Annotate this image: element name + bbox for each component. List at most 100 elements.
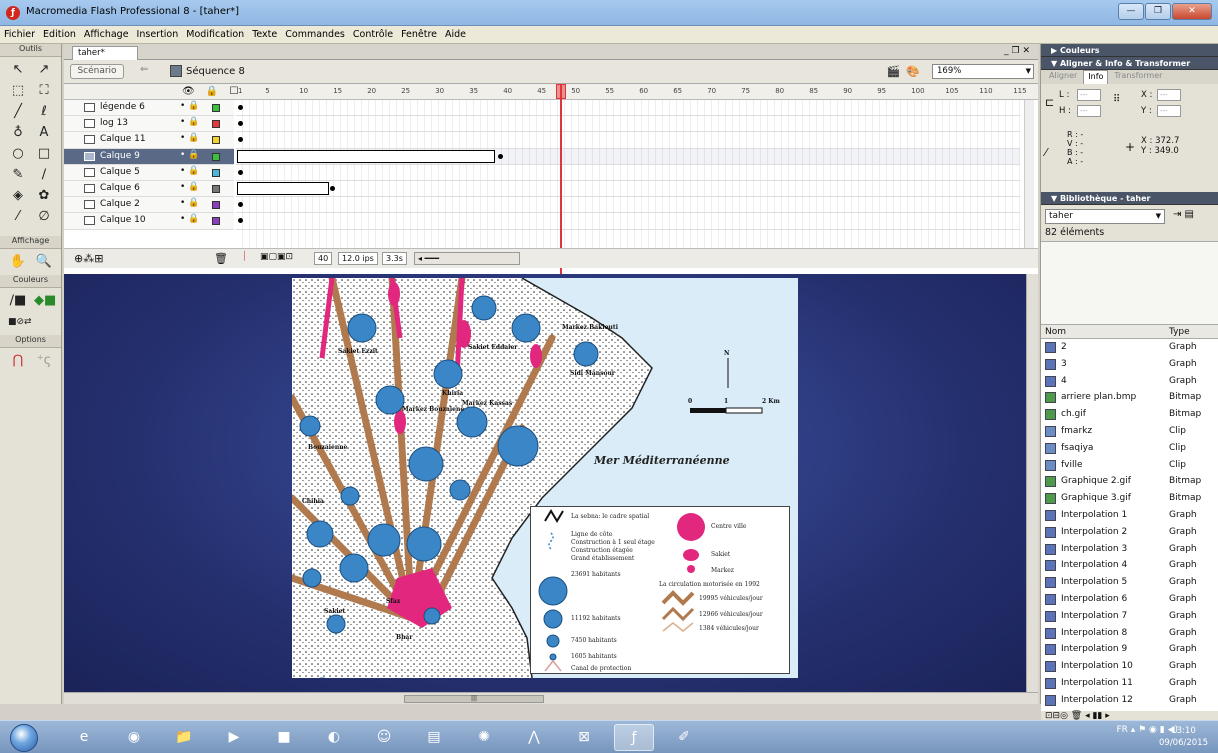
frame-ruler[interactable]: 1 5 10 15 20 25 30 35 40 45 50 55 60 65 70 75 80 85 90 95 10…	[236, 84, 1027, 100]
tool-icon[interactable]: ✐	[664, 724, 704, 751]
col-type[interactable]: Type	[1169, 327, 1190, 337]
layer-row[interactable]: Calque 2 • 🔒	[64, 197, 234, 214]
stage-vertical-scrollbar[interactable]	[1026, 274, 1038, 692]
menu-insertion[interactable]: Insertion	[137, 29, 179, 40]
gradient-transform-tool-icon[interactable]: ⛶	[34, 82, 54, 100]
frame-row[interactable]	[236, 132, 1020, 149]
registration-grid-icon[interactable]: ⠿	[1113, 94, 1120, 105]
clock[interactable]: 13:10 09/06/2015	[1159, 725, 1208, 749]
edit-symbol-icons[interactable]: 🎬🎨	[887, 65, 926, 78]
oval-tool-icon[interactable]: ○	[8, 145, 28, 163]
back-arrow-icon[interactable]: ⇐	[140, 64, 148, 75]
layer-outline-color[interactable]	[212, 168, 220, 177]
eyedropper-tool-icon[interactable]: ⁄	[8, 208, 28, 226]
frame-row[interactable]	[236, 213, 1020, 230]
library-item[interactable]: Interpolation 5 Graph	[1041, 574, 1218, 591]
layer-row[interactable]: Calque 10 • 🔒	[64, 213, 234, 230]
menu-aide[interactable]: Aide	[445, 29, 466, 40]
library-item[interactable]: Interpolation 6 Graph	[1041, 591, 1218, 608]
couleurs-panel-header[interactable]: ▶ Couleurs	[1041, 44, 1218, 57]
pen-tool-icon[interactable]: ♁	[8, 124, 28, 142]
frame-row[interactable]	[236, 148, 1020, 165]
app-icon[interactable]: ◐	[314, 724, 354, 751]
layer-visibility-lock-icons[interactable]: • 🔒	[180, 198, 199, 208]
library-item[interactable]: Interpolation 9 Graph	[1041, 641, 1218, 658]
library-item[interactable]: Interpolation 10 Graph	[1041, 658, 1218, 675]
aligner-panel-header[interactable]: ▼ Aligner & Info & Transformer	[1041, 57, 1218, 70]
menu-edition[interactable]: Edition	[43, 29, 76, 40]
layer-row[interactable]: Calque 5 • 🔒	[64, 164, 234, 181]
layer-visibility-lock-icons[interactable]: • 🔒	[180, 133, 199, 143]
pencil-tool-icon[interactable]: ✎	[8, 166, 28, 184]
chrome-icon[interactable]: ◉	[114, 724, 154, 751]
keyframe-marker[interactable]	[330, 185, 335, 191]
frame-row[interactable]	[236, 165, 1020, 181]
delete-layer-icon[interactable]: 🗑	[214, 252, 228, 265]
library-pin-icons[interactable]: ⇥ ▤	[1173, 209, 1194, 220]
layer-outline-color[interactable]	[212, 184, 220, 193]
eraser-tool-icon[interactable]: ∅	[34, 208, 54, 226]
library-item[interactable]: fsaqiya Clip	[1041, 440, 1218, 457]
presentation-icon[interactable]: ⊠	[564, 724, 604, 751]
stroke-color-icon[interactable]: ∕■	[8, 292, 28, 310]
line-tool-icon[interactable]: ╱	[8, 103, 28, 121]
library-item[interactable]: arriere plan.bmp Bitmap	[1041, 389, 1218, 406]
menu-controle[interactable]: Contrôle	[353, 29, 393, 40]
add-layer-icons[interactable]: ⊕⁂⊞	[74, 252, 103, 265]
subselection-tool-icon[interactable]: ↗	[34, 61, 54, 79]
keyframe-marker[interactable]	[498, 153, 503, 159]
map-graphic[interactable]: Mer Méditerranéenne Markez Baklouti Saki…	[292, 278, 798, 678]
swap-colors-icon[interactable]: ■⊘⇄	[8, 313, 32, 331]
zoom-tool-icon[interactable]: 🔍	[34, 253, 54, 271]
layer-outline-color[interactable]	[212, 104, 220, 112]
tab-transformer[interactable]: Transformer	[1110, 70, 1166, 84]
text-tool-icon[interactable]: A	[34, 124, 54, 142]
library-item[interactable]: Graphique 3.gif Bitmap	[1041, 490, 1218, 507]
menu-modification[interactable]: Modification	[186, 29, 244, 40]
photo-app-icon[interactable]: ☺	[364, 724, 404, 751]
library-item[interactable]: Interpolation 8 Graph	[1041, 625, 1218, 642]
layer-row[interactable]: Calque 11 • 🔒	[64, 132, 234, 149]
layer-visibility-lock-icons[interactable]: • 🔒	[180, 214, 199, 224]
center-frame-icon[interactable]: ⏐	[242, 252, 247, 262]
snap-magnet-icon[interactable]: ⋂	[8, 352, 28, 370]
layer-visibility-lock-icons[interactable]: • 🔒	[180, 101, 199, 111]
keyframe-marker[interactable]	[238, 218, 243, 224]
layer-outline-color[interactable]	[212, 120, 220, 129]
restore-button[interactable]: ❐	[1145, 3, 1171, 20]
minimize-button[interactable]: —	[1118, 3, 1144, 20]
frame-row[interactable]	[236, 197, 1020, 214]
smooth-icon[interactable]: ⁺ς	[34, 352, 54, 370]
zoom-select[interactable]: 169% ▼	[932, 64, 1034, 79]
col-name[interactable]: Nom	[1045, 327, 1066, 337]
y-field[interactable]: ---	[1157, 105, 1181, 117]
layer-visibility-lock-icons[interactable]: • 🔒	[180, 150, 199, 160]
height-field[interactable]: ---	[1077, 105, 1101, 117]
menu-fenetre[interactable]: Fenêtre	[401, 29, 437, 40]
media-player-icon[interactable]: ▶	[214, 724, 254, 751]
layer-row[interactable]: Calque 9 • 🔒	[64, 148, 234, 165]
library-item[interactable]: Interpolation 12 Graph	[1041, 692, 1218, 709]
library-item[interactable]: Interpolation 1 Graph	[1041, 507, 1218, 524]
library-item[interactable]: Interpolation 11 Graph	[1041, 675, 1218, 692]
keyframe-marker[interactable]	[238, 121, 243, 127]
timeline-vertical-scrollbar[interactable]	[1024, 100, 1034, 248]
document-tab[interactable]: taher*	[72, 46, 138, 60]
library-select[interactable]: taher ▼	[1045, 209, 1165, 224]
stage-area[interactable]: Mer Méditerranéenne Markez Baklouti Saki…	[64, 274, 1038, 704]
layer-outline-color[interactable]	[212, 136, 220, 145]
library-item[interactable]: Interpolation 3 Graph	[1041, 541, 1218, 558]
layer-visibility-lock-icons[interactable]: • 🔒	[180, 117, 199, 127]
start-button[interactable]	[10, 724, 38, 752]
keyframe-marker[interactable]	[238, 202, 243, 208]
word-icon[interactable]: ▤	[414, 724, 454, 751]
paint-icon[interactable]: ✺	[464, 724, 504, 751]
paint-bucket-tool-icon[interactable]: ✿	[34, 187, 54, 205]
brush-tool-icon[interactable]: ∕	[34, 166, 54, 184]
menu-commandes[interactable]: Commandes	[285, 29, 345, 40]
layer-row[interactable]: Calque 6 • 🔒	[64, 180, 234, 198]
library-item[interactable]: ch.gif Bitmap	[1041, 406, 1218, 423]
layer-outline-color[interactable]	[212, 152, 220, 161]
library-item[interactable]: fmarkz Clip	[1041, 423, 1218, 440]
width-field[interactable]: ---	[1077, 89, 1101, 101]
